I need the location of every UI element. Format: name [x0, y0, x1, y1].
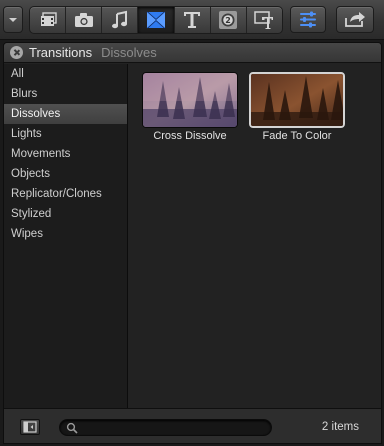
share-icon: [345, 12, 365, 27]
browser-footer: 2 items: [4, 408, 381, 443]
browser-header: Transitions Dissolves: [4, 43, 381, 63]
browser-title: Transitions: [29, 45, 93, 60]
tab-generators[interactable]: 2: [211, 7, 247, 33]
cross-dissolve-thumbnail[interactable]: [142, 72, 238, 128]
fade-to-color-label: Fade To Color: [262, 130, 332, 142]
category-item-replicator-clones[interactable]: Replicator/Clones: [4, 184, 127, 204]
tab-libraries[interactable]: [30, 7, 67, 33]
title-t-icon: [184, 12, 201, 28]
svg-text:2: 2: [225, 16, 231, 25]
items-count: 2 items: [321, 421, 359, 433]
category-item-blurs[interactable]: Blurs: [4, 84, 127, 104]
category-item-dissolves[interactable]: Dissolves: [4, 104, 127, 124]
share-button[interactable]: [336, 6, 374, 33]
inspector-icon: [300, 11, 316, 28]
search-icon: [66, 422, 78, 434]
tab-transitions[interactable]: [138, 7, 175, 33]
inspector-button[interactable]: [290, 6, 326, 33]
category-sidebar: All Blurs Dissolves Lights Movements Obj…: [4, 64, 128, 408]
category-item-all[interactable]: All: [4, 64, 127, 84]
search-input[interactable]: [59, 419, 272, 436]
cross-dissolve-label: Cross Dissolve: [153, 130, 227, 142]
browser-subtitle: Dissolves: [101, 45, 157, 60]
category-item-stylized[interactable]: Stylized: [4, 204, 127, 224]
chevron-down-icon: [9, 18, 17, 22]
category-item-wipes[interactable]: Wipes: [4, 224, 127, 244]
camera-icon: [74, 13, 93, 27]
music-note-icon: [111, 10, 127, 29]
close-icon[interactable]: [10, 46, 23, 59]
themes-icon: [254, 11, 274, 29]
transitions-browser: Transitions Dissolves All Blurs Dissolve…: [3, 42, 382, 444]
category-item-lights[interactable]: Lights: [4, 124, 127, 144]
sidebar-toggle-icon: [23, 421, 37, 433]
transitions-icon: [146, 11, 166, 29]
category-item-movements[interactable]: Movements: [4, 144, 127, 164]
tab-themes[interactable]: [247, 7, 282, 33]
tab-titles[interactable]: [175, 7, 211, 33]
category-item-objects[interactable]: Objects: [4, 164, 127, 184]
browser-tabs: 2: [29, 6, 283, 34]
browser-menu-button[interactable]: [3, 6, 23, 33]
transitions-grid: Cross Dissolve Fade To Color: [129, 64, 381, 408]
tab-music[interactable]: [102, 7, 139, 33]
sidebar-toggle-button[interactable]: [20, 419, 40, 435]
tab-photos[interactable]: [66, 7, 103, 33]
generator-icon: 2: [219, 11, 238, 29]
fade-to-color-thumbnail[interactable]: [249, 72, 345, 128]
toolbar: 2: [0, 0, 384, 40]
clapper-icon: [40, 12, 57, 26]
